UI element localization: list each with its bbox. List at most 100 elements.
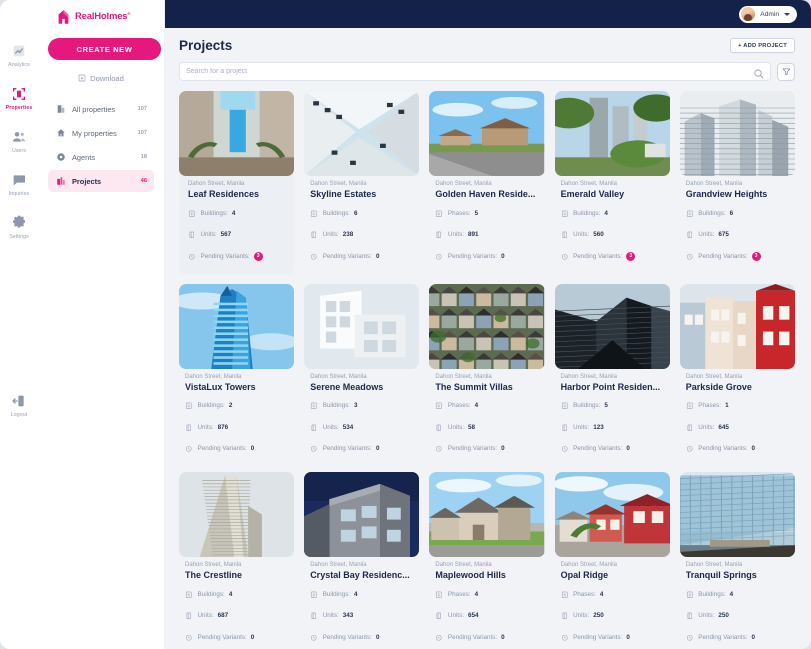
stat-pending-label: Pending Variants: [448, 634, 497, 641]
create-new-button[interactable]: CREATE NEW [48, 38, 161, 60]
project-title: Grandview Heights [686, 189, 789, 199]
project-card[interactable]: Dahon Street, Manila Parkside Grove Phas… [680, 284, 795, 464]
project-card[interactable]: Dahon Street, Manila Crystal Bay Residen… [304, 472, 419, 649]
stat-unit-type-value: 4 [475, 591, 479, 598]
project-card-body: Dahon Street, Manila Tranquil Springs Bu… [680, 557, 795, 649]
project-card[interactable]: Dahon Street, Manila Skyline Estates Bui… [304, 91, 419, 275]
brand-trademark: ® [127, 11, 130, 16]
project-card[interactable]: Dahon Street, Manila The Summit Villas P… [429, 284, 544, 464]
pending-stat-icon [188, 247, 201, 265]
project-card[interactable]: Dahon Street, Manila Grandview Heights B… [680, 91, 795, 275]
pending-variants-value: 0 [376, 634, 380, 641]
search-input[interactable] [186, 68, 753, 75]
stat-units-label: Units: [198, 424, 214, 431]
building-stat-icon [435, 585, 448, 603]
stat-unit-type: Phases: 5 [435, 204, 538, 222]
project-title: VistaLux Towers [185, 382, 288, 392]
units-stat-icon [310, 418, 323, 436]
stat-units-value: 250 [718, 612, 729, 619]
project-thumbnail [555, 91, 670, 176]
rail-item-users[interactable]: Users [0, 128, 38, 154]
project-thumbnail [555, 284, 670, 369]
project-location: Dahon Street, Manila [185, 562, 288, 568]
user-menu[interactable]: Admin [739, 6, 797, 23]
building-stat-icon [310, 397, 323, 415]
stat-units-label: Units: [573, 424, 589, 431]
rail-label-settings: Settings [9, 234, 29, 240]
add-project-button[interactable]: + ADD PROJECT [730, 38, 795, 53]
stat-unit-type-label: Buildings: [698, 210, 725, 217]
rail-label-properties: Properties [6, 105, 33, 111]
filter-button[interactable] [777, 63, 795, 81]
brand-name-text: RealHolmes [75, 12, 127, 23]
project-card[interactable]: Dahon Street, Manila Maplewood Hills Pha… [429, 472, 544, 649]
app-window: Analytics Properties Users Inquiries Set… [0, 0, 811, 649]
rail-item-properties[interactable]: Properties [0, 85, 38, 111]
units-stat-icon [561, 418, 574, 436]
project-card[interactable]: Dahon Street, Manila Golden Haven Reside… [429, 91, 544, 275]
stat-units-label: Units: [323, 612, 339, 619]
project-card[interactable]: Dahon Street, Manila The Crestline Build… [179, 472, 294, 649]
stat-unit-type-value: 3 [354, 402, 358, 409]
inquiries-icon [11, 171, 28, 188]
stat-pending-variants: Pending Variants: 0 [310, 628, 413, 646]
stat-pending-label: Pending Variants: [573, 634, 622, 641]
stat-units: Units: 123 [561, 418, 664, 436]
avatar [741, 7, 755, 21]
rail-item-analytics[interactable]: Analytics [0, 42, 38, 68]
stat-units: Units: 675 [686, 226, 789, 244]
stat-units-label: Units: [698, 231, 714, 238]
project-card[interactable]: Dahon Street, Manila Harbor Point Reside… [555, 284, 670, 464]
project-card[interactable]: Dahon Street, Manila Opal Ridge Phases: … [555, 472, 670, 649]
brand-logo[interactable]: RealHolmes® [48, 0, 154, 34]
stat-units-label: Units: [448, 424, 464, 431]
sidebar-item-my-properties[interactable]: My properties 107 [48, 122, 154, 144]
project-card-body: Dahon Street, Manila Harbor Point Reside… [555, 369, 670, 464]
stat-units-label: Units: [323, 231, 339, 238]
project-card[interactable]: Dahon Street, Manila Tranquil Springs Bu… [680, 472, 795, 649]
filter-icon [782, 63, 791, 81]
sidebar-item-all-properties[interactable]: All properties 107 [48, 98, 154, 120]
logo-mark-icon [56, 9, 71, 25]
home-icon [55, 128, 66, 139]
stat-pending-label: Pending Variants: [448, 253, 497, 260]
stat-pending-variants: Pending Variants: 3 [561, 247, 664, 265]
project-card[interactable]: Dahon Street, Manila Serene Meadows Buil… [304, 284, 419, 464]
stat-pending-label: Pending Variants: [201, 253, 250, 260]
search-box[interactable] [179, 62, 771, 81]
search-icon[interactable] [753, 66, 764, 77]
building-stat-icon [310, 585, 323, 603]
stat-pending-variants: Pending Variants: 0 [435, 247, 538, 265]
project-title: Harbor Point Residen... [561, 382, 664, 392]
units-stat-icon [185, 607, 198, 625]
units-stat-icon [310, 226, 323, 244]
project-title: Tranquil Springs [686, 570, 789, 580]
building-stat-icon [185, 397, 198, 415]
stat-units-value: 534 [343, 424, 354, 431]
project-card-body: Dahon Street, Manila Skyline Estates Bui… [304, 176, 419, 271]
rail-item-inquiries[interactable]: Inquiries [0, 171, 38, 197]
project-location: Dahon Street, Manila [561, 562, 664, 568]
rail-label-logout: Logout [11, 412, 27, 418]
stat-unit-type-value: 4 [475, 402, 479, 409]
sidebar-item-projects[interactable]: Projects 46 [48, 170, 154, 192]
stat-unit-type-value: 6 [730, 210, 734, 217]
stat-unit-type-label: Buildings: [323, 402, 350, 409]
building-stat-icon [188, 204, 201, 222]
rail-item-settings[interactable]: Settings [0, 214, 38, 240]
project-thumbnail [429, 472, 544, 557]
units-stat-icon [686, 226, 699, 244]
agent-icon [55, 152, 66, 163]
sidebar-count-my-properties: 107 [138, 130, 147, 136]
stat-units: Units: 891 [435, 226, 538, 244]
project-card[interactable]: Dahon Street, Manila Leaf Residences Bui… [179, 91, 294, 275]
sidebar-item-agents[interactable]: Agents 18 [48, 146, 154, 168]
project-card[interactable]: Dahon Street, Manila Emerald Valley Buil… [555, 91, 670, 275]
rail-item-logout[interactable]: Logout [0, 392, 38, 418]
pending-stat-icon [310, 247, 323, 265]
stat-units: Units: 654 [435, 607, 538, 625]
project-card[interactable]: Dahon Street, Manila VistaLux Towers Bui… [179, 284, 294, 464]
download-button[interactable]: Download [48, 69, 154, 87]
stat-unit-type: Buildings: 2 [185, 397, 288, 415]
stat-unit-type: Phases: 4 [561, 585, 664, 603]
